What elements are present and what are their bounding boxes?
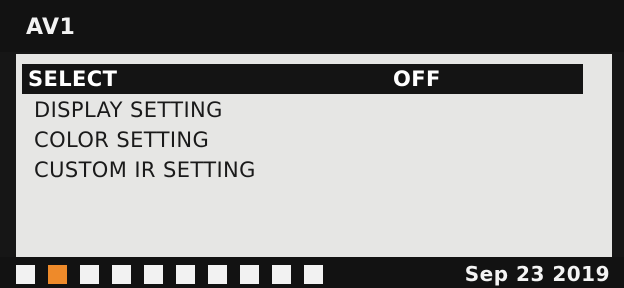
page-indicator — [240, 265, 259, 284]
page-indicator — [272, 265, 291, 284]
menu-item-label: COLOR SETTING — [34, 128, 210, 152]
page-indicator — [80, 265, 99, 284]
page-indicator — [304, 265, 323, 284]
page-indicator — [16, 265, 35, 284]
status-bar: Sep 23 2019 — [0, 257, 624, 288]
menu-item-label: DISPLAY SETTING — [34, 98, 223, 122]
page-indicator — [112, 265, 131, 284]
page-indicator — [48, 265, 67, 284]
menu-item-value: OFF — [393, 67, 441, 91]
title-bar: AV1 — [0, 0, 624, 52]
menu-item-label: SELECT — [28, 67, 118, 91]
osd-screen: AV1 SELECT OFF DISPLAY SETTING COLOR SET… — [0, 0, 624, 288]
page-indicator — [144, 265, 163, 284]
menu-title: AV1 — [26, 15, 76, 40]
date-display: Sep 23 2019 — [464, 262, 610, 286]
menu-item-label: CUSTOM IR SETTING — [34, 158, 256, 182]
menu-panel: SELECT OFF DISPLAY SETTING COLOR SETTING… — [16, 54, 612, 257]
page-indicator — [208, 265, 227, 284]
page-indicator — [176, 265, 195, 284]
menu-item-select[interactable]: SELECT OFF — [22, 64, 583, 94]
